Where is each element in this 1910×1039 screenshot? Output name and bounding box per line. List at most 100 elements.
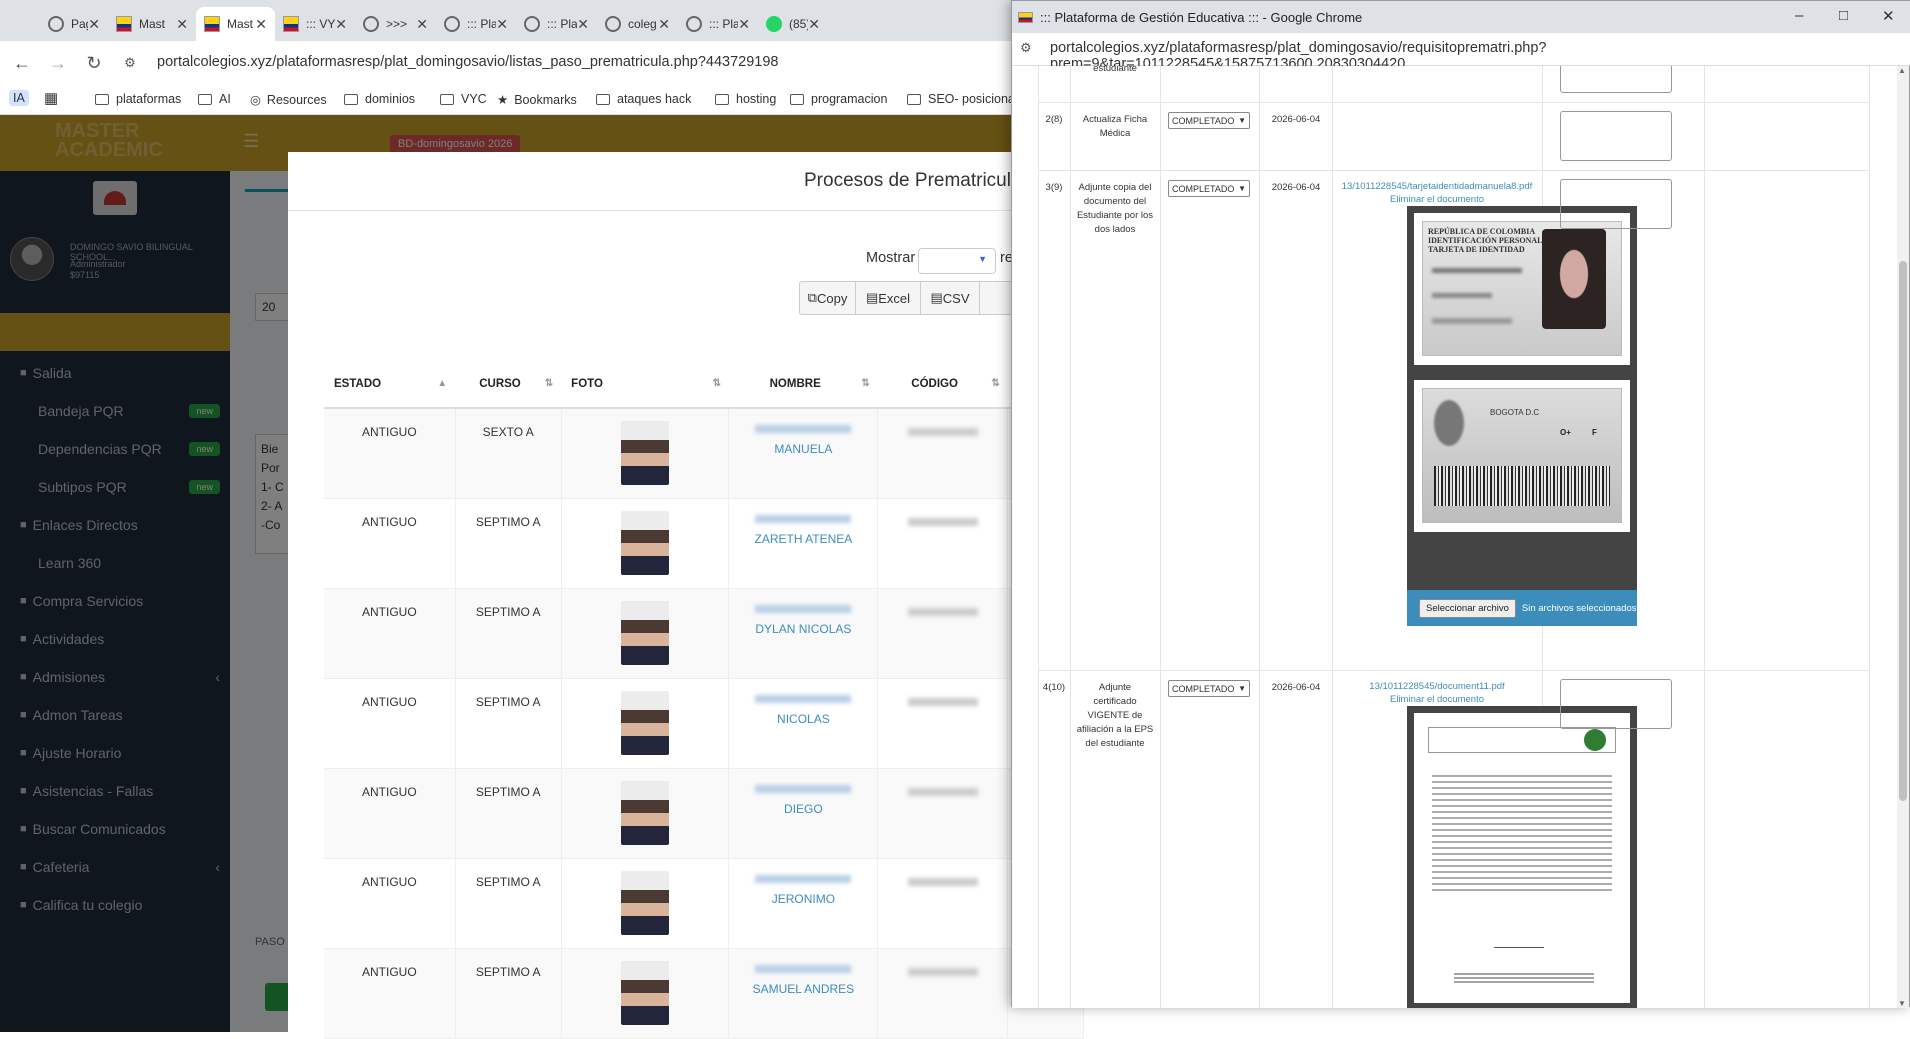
requirements-table: estudiante 2(8) Actualiza Ficha Médica C…	[1012, 66, 1899, 1008]
close-icon[interactable]: ✕	[1882, 7, 1895, 25]
column-header[interactable]: NOMBRE ⇅	[728, 360, 878, 409]
bookmark-item[interactable]: AI	[198, 92, 231, 106]
browser-tab[interactable]: Pagin✕	[40, 7, 108, 41]
nombre-cell[interactable]: JERONIMO	[728, 858, 879, 949]
observation-textarea[interactable]	[1560, 111, 1672, 161]
student-name[interactable]: JERONIMO	[729, 892, 877, 906]
nombre-cell[interactable]: NICOLAS	[728, 678, 879, 769]
scrollbar[interactable]: ▲ ▼	[1897, 66, 1909, 1008]
date: 2026-06-04	[1271, 114, 1321, 125]
nombre-cell[interactable]: MANUELA	[728, 408, 879, 499]
bookmark-item[interactable]: programacion	[790, 92, 887, 106]
forward-icon[interactable]: →	[44, 53, 72, 74]
browser-tab[interactable]: ::: Pla ✕	[678, 7, 758, 41]
close-tab-icon[interactable]: ✕	[88, 16, 100, 33]
document-link[interactable]: 13/1011228545/document11.pdf	[1337, 681, 1537, 692]
bookmark-item[interactable]: ◎ Resources	[250, 92, 327, 108]
status-select[interactable]: COMPLETADO ▼	[1168, 112, 1250, 129]
foto-cell	[561, 408, 730, 499]
close-tab-icon[interactable]: ✕	[335, 16, 347, 33]
delete-document-link[interactable]: Eliminar el documento	[1337, 194, 1537, 205]
bookmark-item[interactable]: ★ Bookmarks	[497, 92, 577, 108]
student-name[interactable]: NICOLAS	[729, 712, 877, 726]
delete-document-link[interactable]: Eliminar el documento	[1337, 694, 1537, 705]
globe-icon: ◎	[250, 93, 261, 107]
status-select[interactable]: COMPLETADO ▼	[1168, 180, 1250, 197]
file-status: Sin archivos seleccionados	[1521, 602, 1637, 614]
estado-cell: ANTIGUO	[324, 948, 456, 1039]
bookmark-item[interactable]: ataques hack	[596, 92, 691, 106]
table-row: ANTIGUO SEXTO A MANUELA	[324, 408, 1084, 499]
close-tab-icon[interactable]: ✕	[577, 16, 589, 33]
nombre-cell[interactable]: DYLAN NICOLAS	[728, 588, 879, 679]
close-tab-icon[interactable]: ✕	[255, 16, 267, 33]
observation-textarea[interactable]	[1560, 179, 1672, 229]
bookmark-item[interactable]: hosting	[715, 92, 776, 106]
student-name[interactable]: MANUELA	[729, 442, 877, 456]
minimize-icon[interactable]: –	[1795, 7, 1803, 24]
excel-button[interactable]: ▤ Excel	[855, 281, 921, 315]
codigo-cell	[877, 588, 1009, 679]
column-header[interactable]: CÓDIGO ⇅	[877, 360, 1008, 409]
show-entries-select[interactable]: ▼	[918, 248, 996, 274]
student-photo	[621, 780, 670, 845]
browser-tab[interactable]: Mast ✕	[108, 7, 196, 41]
student-name[interactable]: ZARETH ATENEA	[729, 532, 877, 546]
scrollbar-thumb[interactable]	[1899, 261, 1907, 801]
choose-file-button[interactable]: Seleccionar archivo	[1419, 598, 1516, 618]
close-tab-icon[interactable]: ✕	[658, 16, 670, 33]
browser-tab[interactable]: >>> ✕	[355, 7, 436, 41]
browser-tab[interactable]: Mast ✕	[196, 7, 275, 41]
eps-certificate-preview	[1407, 706, 1637, 1008]
reload-icon[interactable]: ↻	[80, 53, 108, 74]
close-tab-icon[interactable]: ✕	[808, 16, 820, 33]
site-settings-icon[interactable]: ⚙	[1020, 40, 1032, 56]
site-settings-icon[interactable]: ⚙	[116, 55, 144, 71]
document-link[interactable]: 13/1011228545/tarjetaidentidadmanuela8.p…	[1337, 181, 1537, 192]
browser-tab[interactable]: ::: Pla ✕	[436, 7, 516, 41]
sort-icon: ⇅	[712, 377, 721, 389]
id-card-front: REPÚBLICA DE COLOMBIA IDENTIFICACIÓN PERS…	[1414, 213, 1630, 365]
apps-grid-icon[interactable]: ▦	[44, 89, 58, 107]
browser-tab[interactable]: ::: VYC✕	[275, 7, 355, 41]
back-icon[interactable]: ←	[8, 53, 36, 74]
browser-tab[interactable]: (85) W✕	[758, 7, 828, 41]
observation-textarea[interactable]	[1560, 679, 1672, 729]
url-field[interactable]: portalcolegios.xyz/plataformasresp/plat_…	[157, 54, 778, 70]
student-name[interactable]: DYLAN NICOLAS	[729, 622, 877, 636]
tab-label: ::: Pla	[547, 17, 578, 31]
close-tab-icon[interactable]: ✕	[738, 16, 750, 33]
student-name[interactable]: SAMUEL ANDRES	[729, 982, 877, 996]
column-header[interactable]: FOTO ⇅	[561, 360, 729, 409]
csv-button[interactable]: ▤ CSV	[920, 281, 980, 315]
maximize-icon[interactable]: □	[1839, 7, 1848, 24]
nombre-cell[interactable]: SAMUEL ANDRES	[728, 948, 879, 1039]
column-header[interactable]: ESTADO ▲	[324, 360, 456, 409]
nombre-cell[interactable]: ZARETH ATENEA	[728, 498, 879, 589]
nombre-cell[interactable]: DIEGO	[728, 768, 879, 859]
bookmark-item[interactable]: VYC	[440, 92, 487, 106]
table-row: ANTIGUO SEPTIMO A JERONIMO	[324, 858, 1084, 949]
observation-textarea[interactable]	[1560, 66, 1672, 93]
file-input[interactable]: Seleccionar archivo Sin archivos selecci…	[1407, 590, 1637, 626]
bookmark-item[interactable]: dominios	[344, 92, 415, 106]
close-tab-icon[interactable]: ✕	[176, 16, 188, 33]
id-card-preview: REPÚBLICA DE COLOMBIA IDENTIFICACIÓN PERS…	[1407, 206, 1637, 626]
bookmark-item[interactable]: SEO- posicionam	[907, 92, 1025, 106]
column-header[interactable]: CURSO ⇅	[455, 360, 562, 409]
close-tab-icon[interactable]: ✕	[416, 16, 428, 33]
foto-cell	[561, 588, 730, 679]
browser-tab[interactable]: ::: Pla ✕	[516, 7, 597, 41]
codigo-cell	[877, 498, 1009, 589]
status-select[interactable]: COMPLETADO ▼	[1168, 680, 1250, 697]
bookmark-item[interactable]: plataformas	[95, 92, 181, 106]
copy-button[interactable]: ⧉ Copy	[799, 281, 856, 315]
estado-cell: ANTIGUO	[324, 498, 456, 589]
student-name[interactable]: DIEGO	[729, 802, 877, 816]
browser-tab[interactable]: coleg ✕	[597, 7, 678, 41]
ia-bookmark[interactable]: IA	[9, 90, 29, 106]
globe-icon	[363, 16, 379, 32]
curso-cell: SEPTIMO A	[455, 588, 562, 679]
close-tab-icon[interactable]: ✕	[496, 16, 508, 33]
student-photo	[621, 870, 670, 935]
